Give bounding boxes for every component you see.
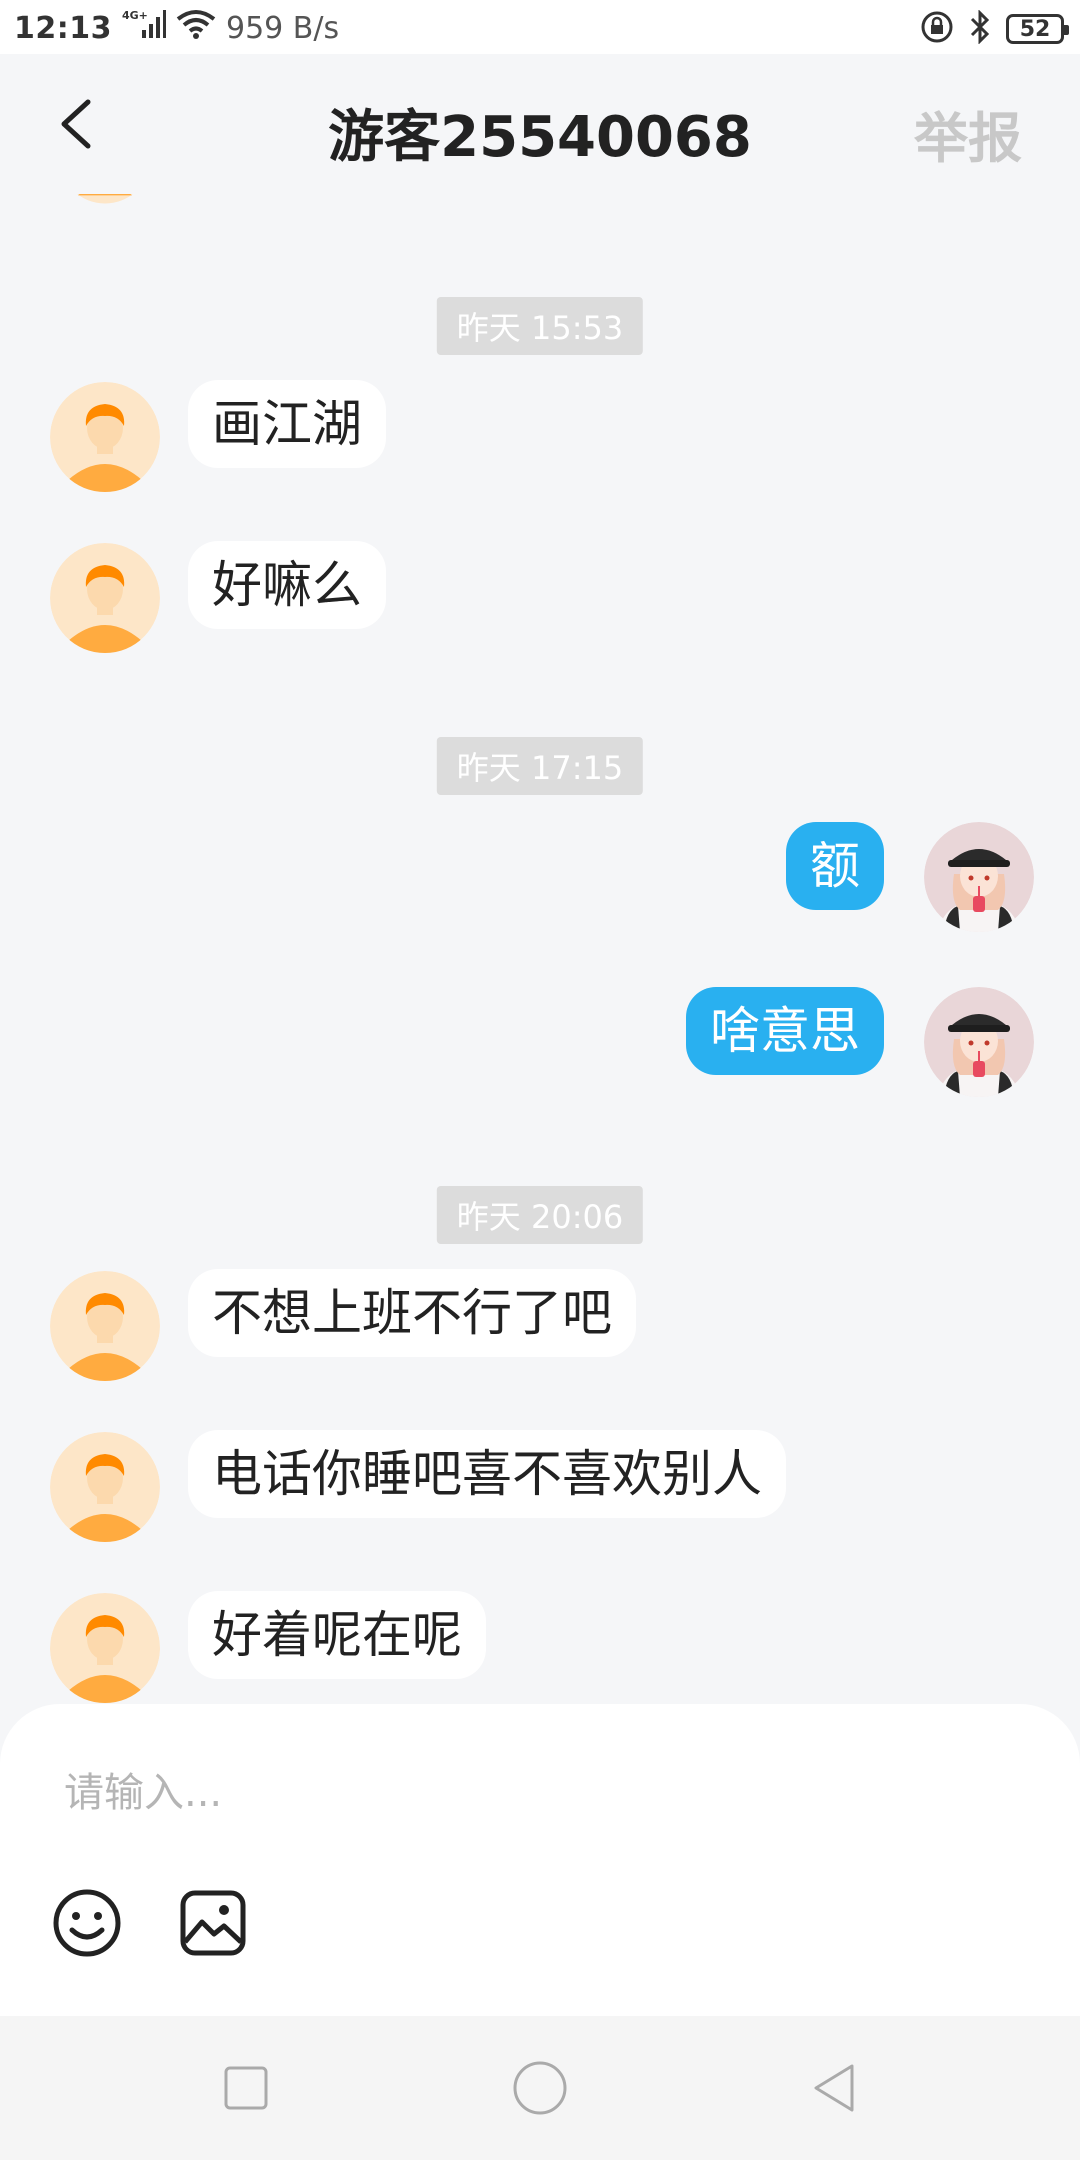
message-bubble-incoming[interactable]: 不想上班不行了吧 bbox=[188, 1269, 636, 1357]
signal-icon: 4G+ bbox=[122, 8, 166, 48]
composer-panel bbox=[0, 1704, 1080, 2016]
guest-avatar[interactable] bbox=[50, 382, 160, 492]
battery-level: 52 bbox=[1019, 16, 1051, 42]
status-bar: 12:13 4G+ 959 B/s 52 bbox=[0, 0, 1080, 54]
status-time: 12:13 bbox=[14, 10, 112, 46]
user-avatar[interactable] bbox=[924, 822, 1034, 932]
image-button[interactable] bbox=[178, 1888, 248, 1958]
report-button[interactable]: 举报 bbox=[914, 94, 1022, 173]
guest-avatar[interactable] bbox=[50, 543, 160, 653]
square-icon bbox=[224, 2066, 268, 2110]
guest-avatar[interactable] bbox=[60, 194, 150, 214]
wifi-icon bbox=[176, 9, 216, 47]
guest-avatar[interactable] bbox=[50, 1432, 160, 1542]
chat-header: 游客25540068 举报 bbox=[0, 54, 1080, 194]
message-bubble-incoming[interactable]: 好着呢在呢 bbox=[188, 1591, 486, 1679]
user-avatar[interactable] bbox=[924, 987, 1034, 1097]
smiley-icon bbox=[53, 1889, 121, 1957]
message-bubble-outgoing[interactable]: 额 bbox=[786, 822, 884, 910]
bluetooth-icon bbox=[968, 9, 992, 48]
triangle-left-icon bbox=[814, 2064, 854, 2112]
system-navigation-bar bbox=[0, 2016, 1080, 2160]
recent-apps-button[interactable] bbox=[216, 2058, 276, 2118]
lock-icon bbox=[920, 10, 954, 48]
timestamp: 昨天 15:53 bbox=[436, 297, 644, 355]
message-bubble-incoming[interactable]: 电话你睡吧喜不喜欢别人 bbox=[188, 1430, 786, 1518]
timestamp: 昨天 20:06 bbox=[436, 1186, 644, 1244]
svg-text:4G+: 4G+ bbox=[122, 9, 148, 22]
guest-avatar[interactable] bbox=[50, 1593, 160, 1703]
net-speed: 959 B/s bbox=[226, 10, 340, 46]
message-list[interactable]: 昨天 15:53 画江湖 好嘛么 昨天 17:15 额 啥意思 昨天 20:06… bbox=[0, 194, 1080, 1704]
home-button[interactable] bbox=[510, 2058, 570, 2118]
message-bubble-incoming[interactable]: 好嘛么 bbox=[188, 541, 386, 629]
message-bubble-outgoing[interactable]: 啥意思 bbox=[686, 987, 884, 1075]
back-nav-button[interactable] bbox=[804, 2058, 864, 2118]
image-icon bbox=[180, 1890, 246, 1956]
timestamp: 昨天 17:15 bbox=[436, 737, 644, 795]
message-input[interactable] bbox=[64, 1758, 1004, 1828]
circle-icon bbox=[513, 2061, 567, 2115]
message-bubble-incoming[interactable]: 画江湖 bbox=[188, 380, 386, 468]
battery-icon: 52 bbox=[1006, 14, 1069, 44]
guest-avatar[interactable] bbox=[50, 1271, 160, 1381]
emoji-button[interactable] bbox=[52, 1888, 122, 1958]
